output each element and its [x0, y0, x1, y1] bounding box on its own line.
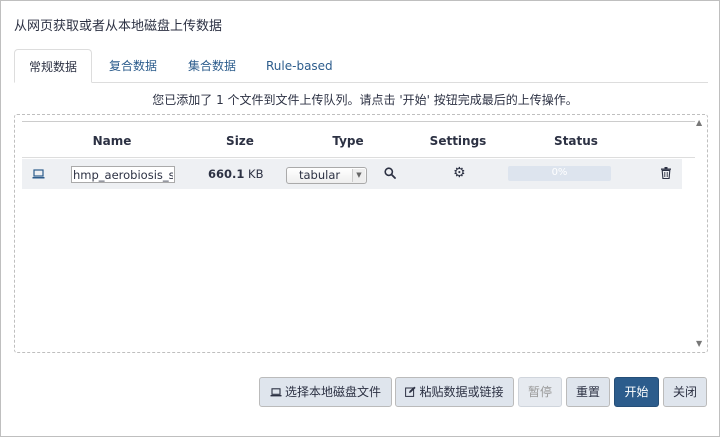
chevron-down-icon: ▼ [352, 169, 365, 182]
pause-button[interactable]: 暂停 [518, 377, 562, 407]
paste-fetch-label: 粘贴数据或链接 [419, 385, 504, 399]
close-button[interactable]: 关闭 [663, 377, 707, 407]
scroll-down-icon[interactable]: ▼ [696, 339, 702, 348]
laptop-icon [270, 379, 282, 407]
tab-composite[interactable]: 复合数据 [109, 49, 157, 83]
file-name-input[interactable] [71, 166, 175, 183]
scroll-up-icon[interactable]: ▲ [696, 118, 702, 127]
upload-dialog: 从网页获取或者从本地磁盘上传数据 常规数据 复合数据 集合数据 Rule-bas… [0, 0, 720, 437]
dialog-title: 从网页获取或者从本地磁盘上传数据 [14, 19, 223, 34]
header-status: Status [554, 134, 598, 148]
start-button[interactable]: 开始 [614, 377, 659, 407]
choose-local-file-label: 选择本地磁盘文件 [284, 385, 381, 399]
tab-collection[interactable]: 集合数据 [188, 49, 236, 83]
laptop-icon [32, 168, 45, 182]
trash-icon[interactable] [661, 167, 671, 182]
edit-icon [405, 379, 417, 407]
search-icon[interactable] [384, 167, 396, 182]
file-type-value: tabular [299, 168, 341, 182]
file-size-unit: KB [248, 167, 264, 181]
header-settings: Settings [429, 134, 487, 148]
upload-tabs: 常规数据 复合数据 集合数据 Rule-based [14, 49, 708, 83]
divider [22, 121, 695, 122]
header-type: Type [332, 134, 364, 148]
header-divider [22, 157, 695, 158]
choose-local-file-button[interactable]: 选择本地磁盘文件 [259, 377, 392, 407]
queue-info-message: 您已添加了 1 个文件到文件上传队列。请点击 '开始' 按钮完成最后的上传操作。 [152, 93, 578, 107]
file-size: 660.1 KB [208, 167, 263, 181]
paste-fetch-button[interactable]: 粘贴数据或链接 [395, 377, 514, 407]
tab-regular[interactable]: 常规数据 [14, 49, 92, 83]
upload-queue-panel: Name Size Type Settings Status 660.1 KB … [14, 114, 708, 353]
header-name: Name [92, 134, 132, 148]
header-size: Size [226, 134, 254, 148]
upload-progress-bar: 0% [508, 166, 611, 181]
file-size-value: 660.1 [208, 167, 245, 181]
tab-rule-based[interactable]: Rule-based [266, 49, 333, 83]
reset-button[interactable]: 重置 [566, 377, 610, 407]
queue-scrollbar[interactable]: ▲ ▼ [693, 115, 707, 352]
gear-icon[interactable]: ⚙ [453, 165, 466, 181]
file-type-select[interactable]: tabular ▼ [286, 167, 367, 184]
table-row: 660.1 KB tabular ▼ ⚙ 0% [22, 159, 682, 189]
progress-text: 0% [551, 167, 568, 178]
